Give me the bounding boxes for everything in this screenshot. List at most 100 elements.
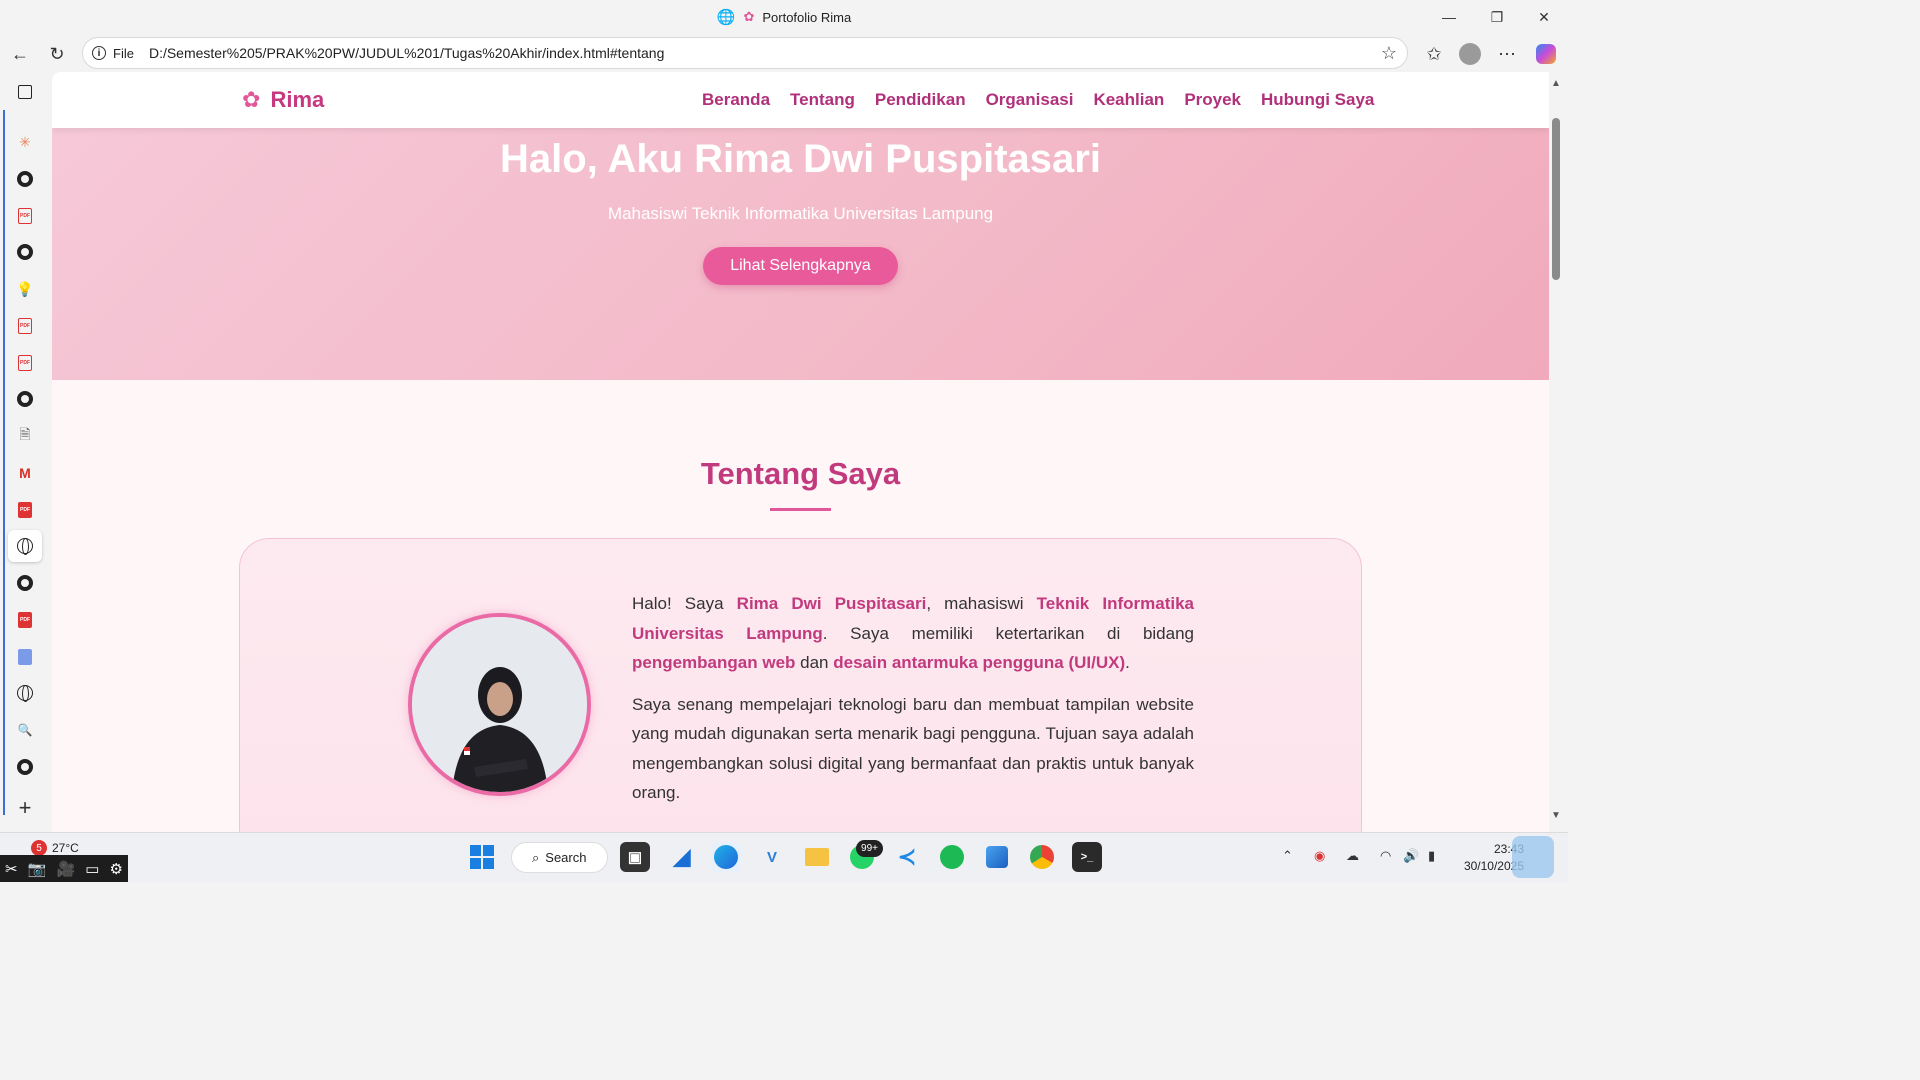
terminal-icon[interactable]: >_ bbox=[1072, 842, 1102, 872]
shark-app-icon[interactable]: ◢ bbox=[667, 842, 697, 872]
wifi-icon[interactable]: ◠ bbox=[1380, 848, 1391, 864]
globe-tab-icon[interactable] bbox=[11, 679, 39, 707]
back-arrow-icon: ← bbox=[11, 43, 29, 64]
search-icon: ⌕ bbox=[532, 849, 540, 865]
site-navbar: ✿ Rima Beranda Tentang Pendidikan Organi… bbox=[52, 72, 1549, 128]
tab-actions-icon[interactable] bbox=[11, 78, 39, 106]
camera-icon[interactable]: 📷 bbox=[28, 860, 47, 878]
start-button[interactable] bbox=[467, 842, 497, 872]
pdf-tab-icon[interactable]: PDF bbox=[11, 202, 39, 230]
globe-icon: 🌐 bbox=[716, 9, 736, 26]
pdf-tab-icon[interactable]: PDF bbox=[11, 312, 39, 340]
globe-tab-icon[interactable] bbox=[11, 532, 39, 560]
text-segment: dan bbox=[795, 653, 834, 672]
window-icon[interactable]: ▭ bbox=[85, 860, 99, 878]
github-tab-icon[interactable] bbox=[11, 753, 39, 781]
restore-button[interactable]: ❐ bbox=[1474, 4, 1520, 30]
edge-browser-icon[interactable] bbox=[711, 842, 741, 872]
highlight-web-dev: pengembangan web bbox=[632, 653, 796, 672]
document-tab-icon[interactable]: 🗎 bbox=[11, 422, 39, 450]
close-button[interactable]: ✕ bbox=[1521, 4, 1567, 30]
snip-icon[interactable]: ✂ bbox=[5, 860, 18, 878]
about-paragraph-1: Halo! Saya Rima Dwi Puspitasari, mahasis… bbox=[632, 589, 1194, 678]
vs-app-icon[interactable]: V bbox=[757, 842, 787, 872]
profile-button[interactable] bbox=[1454, 40, 1486, 68]
hero-subtitle: Mahasiswi Teknik Informatika Universitas… bbox=[607, 204, 994, 223]
info-icon: i bbox=[92, 46, 106, 60]
paint-app-icon[interactable] bbox=[982, 842, 1012, 872]
address-bar[interactable]: i File D:/Semester%205/PRAK%20PW/JUDUL%2… bbox=[82, 37, 1408, 69]
nav-link-pendidikan[interactable]: Pendidikan bbox=[875, 90, 966, 112]
favorite-star-icon[interactable]: ☆ bbox=[1381, 43, 1397, 64]
tray-app-icon[interactable]: ◉ bbox=[1314, 848, 1325, 864]
text-segment: , mahasiswi bbox=[926, 594, 1037, 613]
gmail-tab-icon[interactable]: M bbox=[11, 459, 39, 487]
docs-tab-icon[interactable] bbox=[11, 643, 39, 671]
battery-icon[interactable]: ▮ bbox=[1428, 848, 1435, 864]
lightbulb-tab-icon[interactable]: 💡 bbox=[11, 275, 39, 303]
see-more-button[interactable]: Lihat Selengkapnya bbox=[703, 247, 898, 285]
about-card: Halo! Saya Rima Dwi Puspitasari, mahasis… bbox=[239, 538, 1362, 832]
github-tab-icon[interactable] bbox=[11, 238, 39, 266]
chrome-icon[interactable] bbox=[1027, 842, 1057, 872]
vscode-icon[interactable]: ≺ bbox=[892, 842, 922, 872]
new-tab-plus-icon[interactable]: + bbox=[11, 794, 39, 822]
nav-link-beranda[interactable]: Beranda bbox=[702, 90, 770, 112]
text-segment: . bbox=[1125, 653, 1130, 672]
weather-badge: 5 bbox=[31, 840, 47, 856]
nav-link-hubungi[interactable]: Hubungi Saya bbox=[1261, 90, 1374, 112]
scroll-up-icon[interactable]: ▲ bbox=[1551, 78, 1561, 89]
claude-tab-icon[interactable]: ✳ bbox=[11, 128, 39, 156]
search-tab-icon[interactable]: 🔍 bbox=[11, 716, 39, 744]
task-view-icon[interactable]: ▣ bbox=[620, 842, 650, 872]
nav-menu: Beranda Tentang Pendidikan Organisasi Ke… bbox=[702, 90, 1374, 112]
nav-link-keahlian[interactable]: Keahlian bbox=[1093, 90, 1164, 112]
avatar-icon bbox=[1459, 43, 1481, 65]
back-button[interactable]: ← bbox=[4, 40, 36, 68]
highlight-name: Rima Dwi Puspitasari bbox=[736, 594, 927, 613]
pdf-tab-icon[interactable]: PDF bbox=[11, 606, 39, 634]
taskbar-search[interactable]: ⌕ Search bbox=[511, 842, 608, 873]
file-explorer-icon[interactable] bbox=[802, 842, 832, 872]
notification-widget-icon[interactable] bbox=[1512, 836, 1554, 878]
video-icon[interactable]: 🎥 bbox=[56, 860, 75, 878]
whatsapp-badge: 99+ bbox=[856, 840, 883, 857]
page-viewport: Halo, Aku Rima Dwi Puspitasari Mahasiswi… bbox=[52, 72, 1549, 832]
scrollbar-thumb[interactable] bbox=[1552, 118, 1560, 280]
window-title-area: 🌐 ✿ Portofolio Rima bbox=[0, 8, 1568, 26]
spotify-icon[interactable] bbox=[937, 842, 967, 872]
refresh-button[interactable]: ↻ bbox=[41, 40, 73, 68]
about-description: Halo! Saya Rima Dwi Puspitasari, mahasis… bbox=[632, 589, 1194, 820]
nav-link-proyek[interactable]: Proyek bbox=[1184, 90, 1241, 112]
weather-temp[interactable]: 27°C bbox=[52, 841, 79, 855]
url-text[interactable]: D:/Semester%205/PRAK%20PW/JUDUL%201/Tuga… bbox=[149, 45, 664, 61]
site-brand[interactable]: ✿ Rima bbox=[242, 87, 325, 112]
hero-title: Halo, Aku Rima Dwi Puspitasari bbox=[500, 137, 1101, 181]
window-title: Portofolio Rima bbox=[762, 9, 852, 25]
text-segment: . Saya memiliki ketertarikan di bidang bbox=[822, 623, 1194, 643]
scheme-label: File bbox=[113, 45, 134, 61]
github-tab-icon[interactable] bbox=[11, 165, 39, 193]
person-illustration bbox=[412, 617, 587, 792]
onedrive-icon[interactable]: ☁ bbox=[1346, 848, 1359, 864]
copilot-icon bbox=[1536, 44, 1556, 64]
quick-tools-bar: ✂ 📷 🎥 ▭ ⚙ bbox=[0, 855, 128, 882]
brand-name: Rima bbox=[270, 87, 325, 112]
settings-gear-icon[interactable]: ⚙ bbox=[109, 860, 122, 878]
github-tab-icon[interactable] bbox=[11, 569, 39, 597]
copilot-button[interactable] bbox=[1530, 40, 1562, 68]
tray-expand-icon[interactable]: ⌃ bbox=[1282, 848, 1293, 864]
nav-link-organisasi[interactable]: Organisasi bbox=[986, 90, 1074, 112]
tab-group-line bbox=[3, 110, 5, 815]
scroll-down-icon[interactable]: ▼ bbox=[1551, 810, 1561, 821]
pdf-tab-icon[interactable]: PDF bbox=[11, 349, 39, 377]
more-menu-button[interactable]: ⋯ bbox=[1491, 40, 1523, 68]
minimize-button[interactable]: — bbox=[1426, 4, 1472, 30]
favorites-button[interactable]: ✩ bbox=[1418, 40, 1450, 68]
flower-logo-icon: ✿ bbox=[242, 87, 261, 112]
volume-icon[interactable]: 🔊 bbox=[1403, 848, 1419, 864]
github-tab-icon[interactable] bbox=[11, 385, 39, 413]
pdf-tab-icon[interactable]: PDF bbox=[11, 496, 39, 524]
text-segment: Halo! Saya bbox=[632, 594, 737, 613]
nav-link-tentang[interactable]: Tentang bbox=[790, 90, 855, 112]
